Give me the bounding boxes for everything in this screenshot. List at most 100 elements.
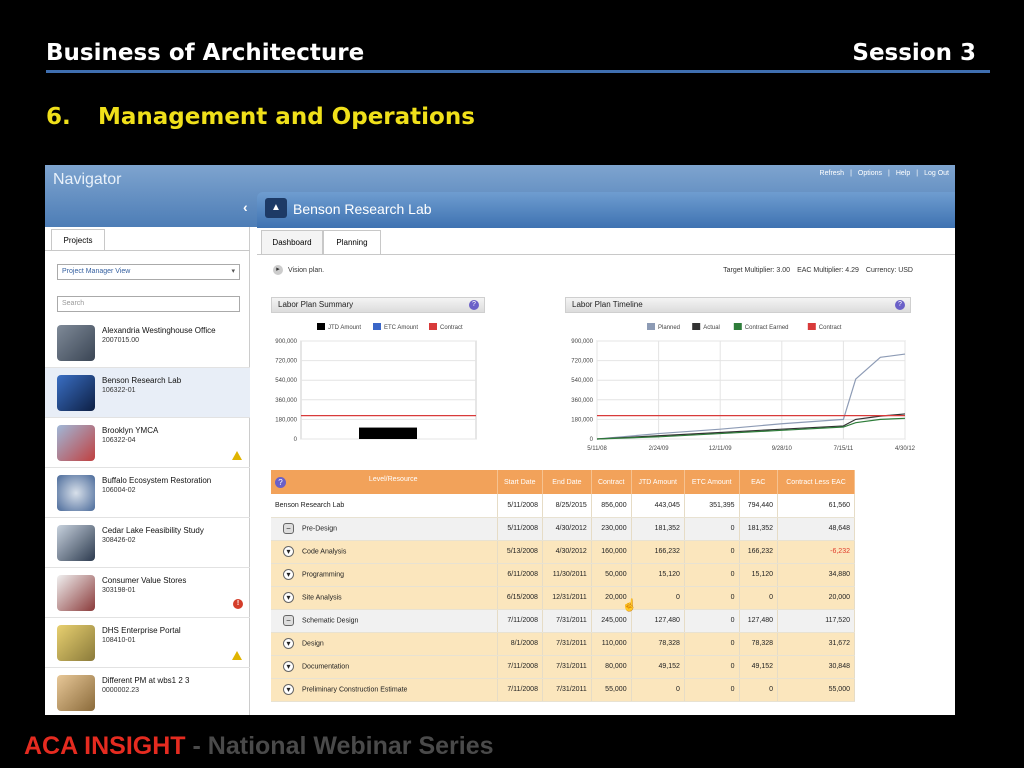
- tab-dashboard[interactable]: Dashboard: [261, 230, 323, 254]
- project-list-item[interactable]: DHS Enterprise Portal 108410-01: [45, 618, 250, 668]
- table-cell: 230,000: [591, 517, 632, 541]
- expand-icon[interactable]: ▾: [283, 592, 294, 603]
- cell-text: Programming: [302, 571, 345, 579]
- legend-swatch: [733, 323, 742, 330]
- y-tick-label: 720,000: [571, 359, 593, 365]
- project-list-item[interactable]: Buffalo Ecosystem Restoration 106004-02: [45, 468, 250, 518]
- column-header[interactable]: Contract Less EAC: [777, 470, 855, 494]
- column-header[interactable]: Contract: [591, 470, 632, 494]
- table-row[interactable]: Benson Research Lab 5/11/2008 8/25/2015 856…: [271, 494, 855, 518]
- column-header[interactable]: JTD Amount: [631, 470, 685, 494]
- table-row[interactable]: ▾ Programming 6/11/2008 11/30/2011 50,000 15,…: [271, 563, 855, 587]
- expand-icon[interactable]: ▾: [283, 569, 294, 580]
- help-link[interactable]: Help: [896, 170, 910, 177]
- table-row[interactable]: − Pre-Design 5/11/2008 4/30/2012 230,000 181,…: [271, 517, 855, 541]
- project-name: Benson Research Lab: [102, 376, 182, 385]
- expand-icon[interactable]: ▾: [283, 546, 294, 557]
- legend-label: Actual: [703, 325, 720, 331]
- table-cell: 55,000: [777, 678, 855, 702]
- legend-label: Contract: [819, 325, 842, 331]
- x-tick-label: 9/28/10: [772, 446, 793, 452]
- level-resource-cell: ▾ Design: [271, 632, 498, 656]
- project-thumbnail: [57, 575, 95, 611]
- table-cell: 15,120: [631, 563, 685, 587]
- collapse-chevron-icon[interactable]: ‹: [243, 199, 248, 215]
- table-row[interactable]: ▾ Preliminary Construction Estimate 7/11/2…: [271, 678, 855, 702]
- project-list-item[interactable]: Cedar Lake Feasibility Study 308426-02: [45, 518, 250, 568]
- collapse-icon[interactable]: −: [283, 615, 294, 626]
- multiplier-info: Target Multiplier: 3.00 EAC Multiplier: 4…: [716, 267, 913, 274]
- error-icon: !: [233, 599, 243, 609]
- options-link[interactable]: Options: [858, 170, 882, 177]
- project-list-item[interactable]: Consumer Value Stores 303198-01 !: [45, 568, 250, 618]
- project-list-item[interactable]: Different PM at wbs1 2 3 0000002.23: [45, 668, 250, 715]
- project-title: Benson Research Lab: [293, 201, 432, 217]
- section-heading: 6. Management and Operations: [46, 104, 475, 130]
- expand-icon[interactable]: ▾: [283, 638, 294, 649]
- vision-plan-label: Vision plan.: [288, 266, 325, 274]
- help-icon[interactable]: ?: [895, 300, 905, 310]
- top-links: Refresh | Options | Help | Log Out: [814, 170, 949, 177]
- eac-multiplier: EAC Multiplier: 4.29: [797, 267, 859, 274]
- table-cell: 181,352: [631, 517, 685, 541]
- table-cell: 117,520: [777, 609, 855, 633]
- project-list-item[interactable]: Alexandria Westinghouse Office 2007015.0…: [45, 318, 250, 368]
- table-cell: 80,000: [591, 655, 632, 679]
- column-header[interactable]: ETC Amount: [684, 470, 740, 494]
- link-separator: |: [850, 170, 852, 177]
- y-tick-label: 720,000: [275, 359, 297, 365]
- legend-swatch: [647, 323, 655, 330]
- project-name: Buffalo Ecosystem Restoration: [102, 476, 212, 485]
- tab-planning[interactable]: Planning: [323, 230, 381, 254]
- logout-link[interactable]: Log Out: [924, 170, 949, 177]
- vision-plan[interactable]: ▸ Vision plan.: [273, 265, 324, 275]
- table-body: Benson Research Lab 5/11/2008 8/25/2015 856…: [271, 494, 855, 702]
- table-cell: 5/13/2008: [497, 540, 543, 564]
- column-header[interactable]: EAC: [739, 470, 779, 494]
- legend-swatch: [317, 323, 325, 330]
- expand-icon[interactable]: ▾: [283, 684, 294, 695]
- expand-icon[interactable]: ▾: [283, 661, 294, 672]
- legend-label: Planned: [658, 325, 680, 331]
- warning-icon: [232, 651, 242, 660]
- tab-projects[interactable]: Projects: [51, 229, 105, 251]
- column-header[interactable]: Start Date: [497, 470, 543, 494]
- table-cell: 0: [684, 609, 740, 633]
- project-number: 106322-04: [102, 437, 136, 444]
- table-cell: 856,000: [591, 494, 632, 518]
- table-cell: 0: [684, 655, 740, 679]
- view-select[interactable]: Project Manager View ▾: [57, 264, 240, 280]
- help-icon[interactable]: ?: [469, 300, 479, 310]
- table-cell: 5/11/2008: [497, 517, 543, 541]
- collapse-icon[interactable]: −: [283, 523, 294, 534]
- legend-swatch: [692, 323, 701, 330]
- table-row[interactable]: − Schematic Design 7/11/2008 7/31/2011 245,0…: [271, 609, 855, 633]
- help-icon[interactable]: ?: [275, 477, 286, 488]
- table-cell: 443,045: [631, 494, 685, 518]
- table-cell: 31,672: [777, 632, 855, 656]
- labor-plan-timeline-chart: Planned Actual Contract Earned Contract 900,…: [571, 323, 916, 452]
- app-title: Navigator: [53, 171, 122, 188]
- column-header[interactable]: ? Level/Resource: [271, 470, 498, 494]
- column-header[interactable]: End Date: [542, 470, 592, 494]
- project-list-item[interactable]: Benson Research Lab 106322-01: [45, 368, 250, 418]
- legend-label: Contract Earned: [745, 325, 789, 331]
- table-row[interactable]: ▾ Code Analysis 5/13/2008 4/30/2012 160,000 1…: [271, 540, 855, 564]
- search-input[interactable]: Search: [57, 296, 240, 312]
- table-row[interactable]: ▾ Site Analysis 6/15/2008 12/31/2011 20,000 0…: [271, 586, 855, 610]
- chart-title: Labor Plan Timeline: [572, 300, 643, 309]
- header-course-title: Business of Architecture: [46, 40, 365, 66]
- project-number: 308426-02: [102, 537, 136, 544]
- project-list-item[interactable]: Brooklyn YMCA 106322-04: [45, 418, 250, 468]
- level-resource-cell: ▾ Programming: [271, 563, 498, 587]
- column-header-label: Level/Resource: [368, 476, 418, 483]
- table-cell: 49,152: [631, 655, 685, 679]
- refresh-link[interactable]: Refresh: [820, 170, 845, 177]
- table-cell: 7/31/2011: [542, 609, 592, 633]
- target-multiplier: Target Multiplier: 3.00: [723, 267, 791, 274]
- table-cell: 127,480: [739, 609, 779, 633]
- table-row[interactable]: ▾ Design 8/1/2008 7/31/2011 110,000 78,328 0 78…: [271, 632, 855, 656]
- y-tick-label: 360,000: [275, 398, 297, 404]
- project-name: Alexandria Westinghouse Office: [102, 326, 216, 335]
- table-row[interactable]: ▾ Documentation 7/11/2008 7/31/2011 80,000 49…: [271, 655, 855, 679]
